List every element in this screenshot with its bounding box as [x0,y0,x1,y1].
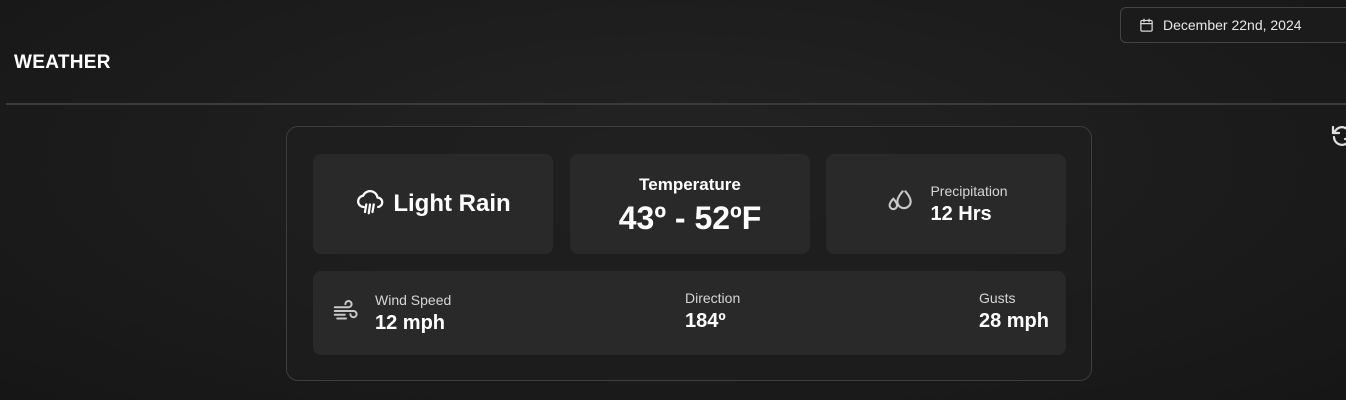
precipitation-tile: Precipitation 12 Hrs [826,154,1066,254]
precipitation-label: Precipitation [930,182,1008,199]
refresh-icon [1330,125,1346,152]
condition-tile: Light Rain [313,154,553,254]
wind-gusts-value: 28 mph [978,310,1049,332]
calendar-icon [1139,18,1154,33]
wind-speed-group: Wind Speed 12 mph [329,271,451,355]
droplets-icon [884,186,916,223]
wind-direction-label: Direction [685,290,741,306]
cloud-rain-icon [355,187,385,222]
date-label: December 22nd, 2024 [1163,17,1302,33]
refresh-button[interactable] [1330,124,1346,148]
condition-label: Light Rain [393,190,511,217]
wind-icon [329,296,363,331]
wind-tile: Wind Speed 12 mph Direction 184º Gusts 2… [313,271,1066,355]
wind-speed-value: 12 mph [375,311,446,334]
wind-direction-group: Direction 184º [685,290,740,333]
wind-direction-value: 184º [685,310,726,332]
header-divider [6,103,1346,105]
page-title: WEATHER [14,52,111,73]
date-picker-button[interactable]: December 22nd, 2024 [1120,7,1346,43]
temperature-tile: Temperature 43º - 52ºF [570,154,810,254]
temperature-value: 43º - 52ºF [618,200,762,236]
temperature-label: Temperature [639,175,741,194]
wind-gusts-group: Gusts 28 mph [979,290,1049,333]
precipitation-text: Precipitation 12 Hrs [930,183,1007,226]
wind-speed-label: Wind Speed [375,291,452,308]
weather-panel: Light Rain Temperature 43º - 52ºF Precip… [286,126,1092,381]
precipitation-value: 12 Hrs [930,202,992,225]
wind-gusts-label: Gusts [978,290,1016,306]
